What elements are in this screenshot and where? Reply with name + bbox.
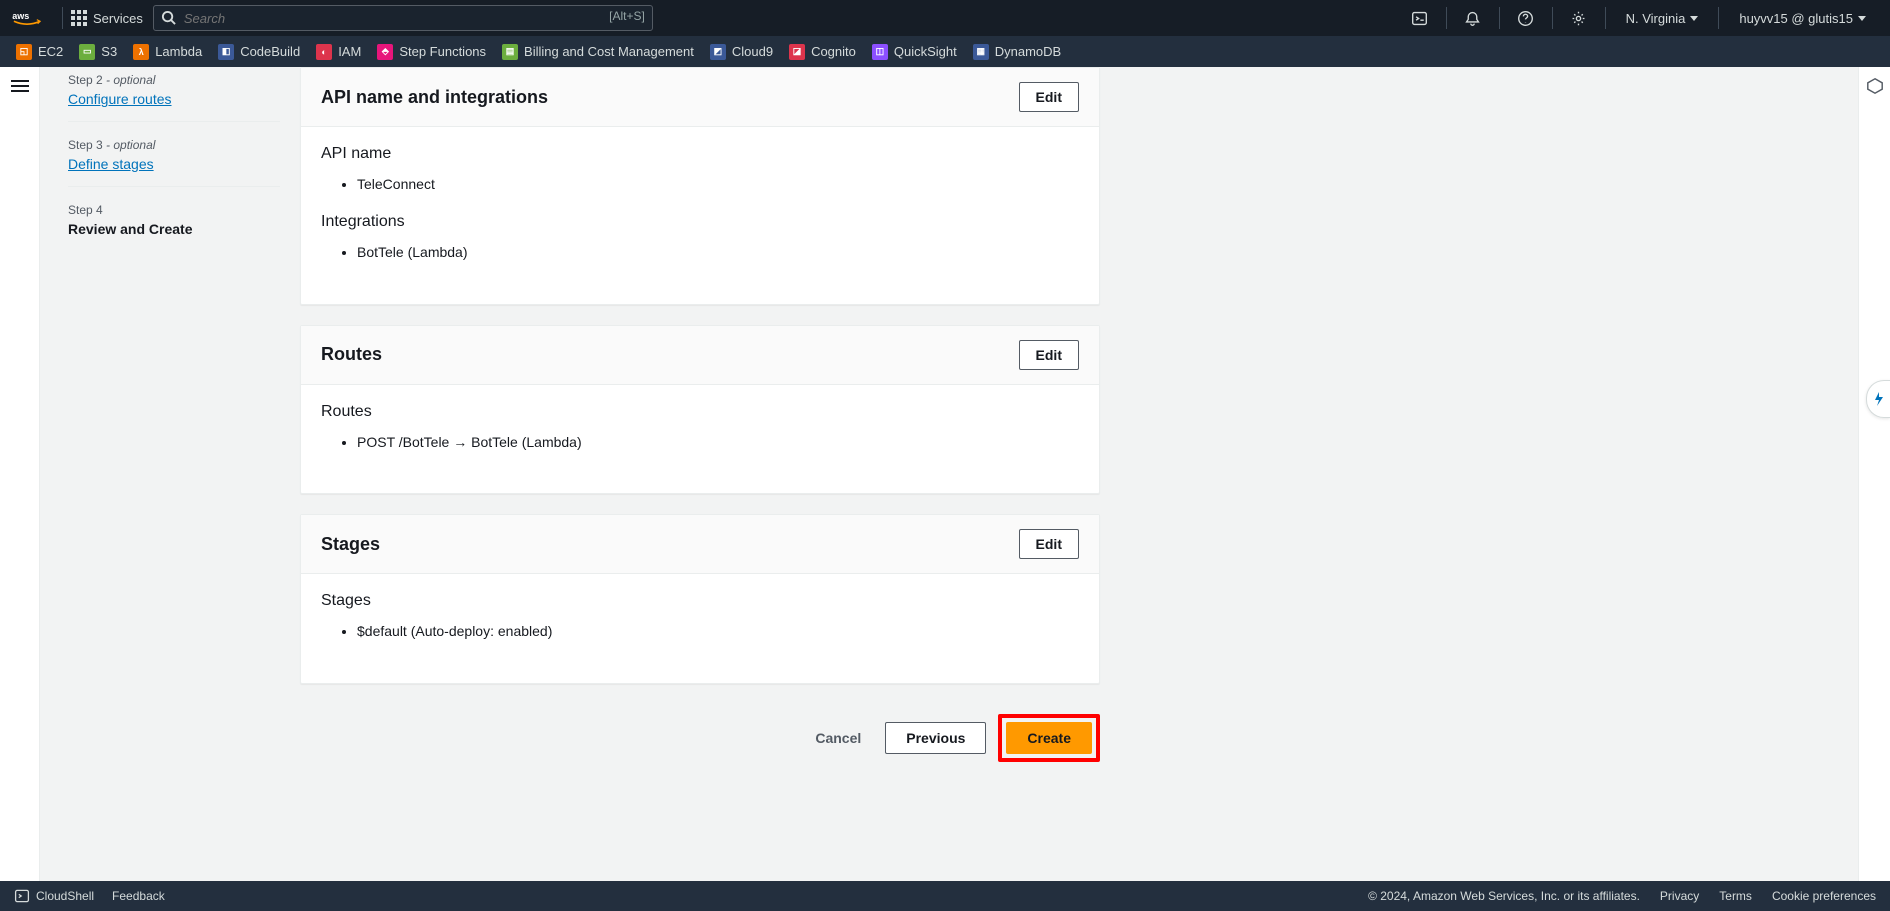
cloudshell-label: CloudShell <box>36 889 94 903</box>
panel-api-name-integrations: API name and integrations Edit API name … <box>300 67 1100 305</box>
wizard-step-4: Step 4 Review and Create <box>68 197 280 251</box>
create-button-highlight: Create <box>998 714 1100 762</box>
main-area: Step 2 - optional Configure routes Step … <box>0 67 1890 881</box>
search-shortcut-hint: [Alt+S] <box>609 9 645 23</box>
step-label: Step 4 <box>68 203 280 217</box>
account-menu[interactable]: huyvv15 @ glutis15 <box>1727 11 1878 26</box>
codebuild-icon: ◧ <box>218 44 234 60</box>
settings-icon[interactable] <box>1561 0 1597 36</box>
search-input[interactable] <box>153 5 653 31</box>
wizard-nav: Step 2 - optional Configure routes Step … <box>40 67 300 881</box>
step-label: Step 3 - optional <box>68 138 280 152</box>
integrations-label: Integrations <box>321 213 1079 231</box>
wizard-step-3: Step 3 - optional Define stages <box>68 132 280 187</box>
dynamodb-icon: ▦ <box>973 44 989 60</box>
routes-value: POST /BotTele → BotTele (Lambda) <box>357 431 1079 453</box>
privacy-link[interactable]: Privacy <box>1660 889 1699 903</box>
svg-text:aws: aws <box>12 11 29 21</box>
chevron-down-icon <box>1690 16 1698 21</box>
api-name-label: API name <box>321 145 1079 163</box>
fav-s3[interactable]: ▭S3 <box>79 44 117 60</box>
search-container: [Alt+S] <box>153 5 653 31</box>
stages-value: $default (Auto-deploy: enabled) <box>357 620 1079 642</box>
fav-iam[interactable]: ◐IAM <box>316 44 361 60</box>
bottom-bar: CloudShell Feedback © 2024, Amazon Web S… <box>0 881 1890 911</box>
divider <box>62 7 63 29</box>
hamburger-icon[interactable] <box>11 77 29 95</box>
fav-quicksight[interactable]: ◫QuickSight <box>872 44 957 60</box>
cloudshell-icon[interactable] <box>1402 0 1438 36</box>
info-panel-icon[interactable] <box>1866 77 1884 98</box>
panel-routes: Routes Edit Routes POST /BotTele → BotTe… <box>300 325 1100 494</box>
cognito-icon: ◪ <box>789 44 805 60</box>
content-wrap: Step 2 - optional Configure routes Step … <box>40 67 1858 881</box>
create-button[interactable]: Create <box>1006 722 1092 754</box>
divider <box>1605 7 1606 29</box>
edit-routes-button[interactable]: Edit <box>1019 340 1079 370</box>
fav-codebuild[interactable]: ◧CodeBuild <box>218 44 300 60</box>
copyright-text: © 2024, Amazon Web Services, Inc. or its… <box>1368 889 1640 903</box>
routes-label: Routes <box>321 403 1079 421</box>
fav-dynamodb[interactable]: ▦DynamoDB <box>973 44 1061 60</box>
left-side-rail <box>0 67 40 881</box>
account-label: huyvv15 @ glutis15 <box>1739 11 1853 26</box>
terms-link[interactable]: Terms <box>1719 889 1752 903</box>
previous-button[interactable]: Previous <box>885 722 986 754</box>
feedback-link[interactable]: Feedback <box>112 889 165 903</box>
right-side-rail <box>1858 67 1890 881</box>
stages-label: Stages <box>321 592 1079 610</box>
chevron-down-icon <box>1858 16 1866 21</box>
divider <box>1718 7 1719 29</box>
grid-icon <box>71 10 87 26</box>
billing-icon: ▤ <box>502 44 518 60</box>
configure-routes-link[interactable]: Configure routes <box>68 91 172 107</box>
fav-stepfunctions[interactable]: ⬘Step Functions <box>377 44 486 60</box>
fav-cloud9[interactable]: ◩Cloud9 <box>710 44 773 60</box>
services-label: Services <box>93 11 143 26</box>
fav-ec2[interactable]: ◱EC2 <box>16 44 63 60</box>
review-and-create-title: Review and Create <box>68 221 280 237</box>
lambda-icon: λ <box>133 44 149 60</box>
divider <box>1446 7 1447 29</box>
edit-stages-button[interactable]: Edit <box>1019 529 1079 559</box>
stepfunctions-icon: ⬘ <box>377 44 393 60</box>
s3-icon: ▭ <box>79 44 95 60</box>
cloud9-icon: ◩ <box>710 44 726 60</box>
search-icon <box>161 10 176 28</box>
edit-api-name-button[interactable]: Edit <box>1019 82 1079 112</box>
define-stages-link[interactable]: Define stages <box>68 156 154 172</box>
api-name-value: TeleConnect <box>357 173 1079 195</box>
iam-icon: ◐ <box>316 44 332 60</box>
wizard-step-2: Step 2 - optional Configure routes <box>68 67 280 122</box>
region-selector[interactable]: N. Virginia <box>1614 11 1711 26</box>
aws-logo[interactable]: aws <box>12 9 42 27</box>
integrations-value: BotTele (Lambda) <box>357 241 1079 263</box>
help-icon[interactable] <box>1508 0 1544 36</box>
panel-stages: Stages Edit Stages $default (Auto-deploy… <box>300 514 1100 683</box>
cloudshell-button[interactable]: CloudShell <box>14 888 94 904</box>
ec2-icon: ◱ <box>16 44 32 60</box>
top-navigation: aws Services [Alt+S] N. Virginia <box>0 0 1890 36</box>
panel-title: Stages <box>321 534 380 555</box>
notifications-icon[interactable] <box>1455 0 1491 36</box>
favorites-bar: ◱EC2 ▭S3 λLambda ◧CodeBuild ◐IAM ⬘Step F… <box>0 36 1890 67</box>
fav-cognito[interactable]: ◪Cognito <box>789 44 856 60</box>
region-label: N. Virginia <box>1626 11 1686 26</box>
fav-billing[interactable]: ▤Billing and Cost Management <box>502 44 694 60</box>
step-label: Step 2 - optional <box>68 73 280 87</box>
panel-title: Routes <box>321 344 382 365</box>
wizard-actions: Cancel Previous Create <box>300 704 1100 790</box>
cookie-preferences-link[interactable]: Cookie preferences <box>1772 889 1876 903</box>
divider <box>1552 7 1553 29</box>
divider <box>1499 7 1500 29</box>
services-menu-button[interactable]: Services <box>71 10 143 26</box>
review-area: API name and integrations Edit API name … <box>300 67 1120 881</box>
cancel-button[interactable]: Cancel <box>803 722 873 754</box>
fav-lambda[interactable]: λLambda <box>133 44 202 60</box>
panel-title: API name and integrations <box>321 87 548 108</box>
quicksight-icon: ◫ <box>872 44 888 60</box>
